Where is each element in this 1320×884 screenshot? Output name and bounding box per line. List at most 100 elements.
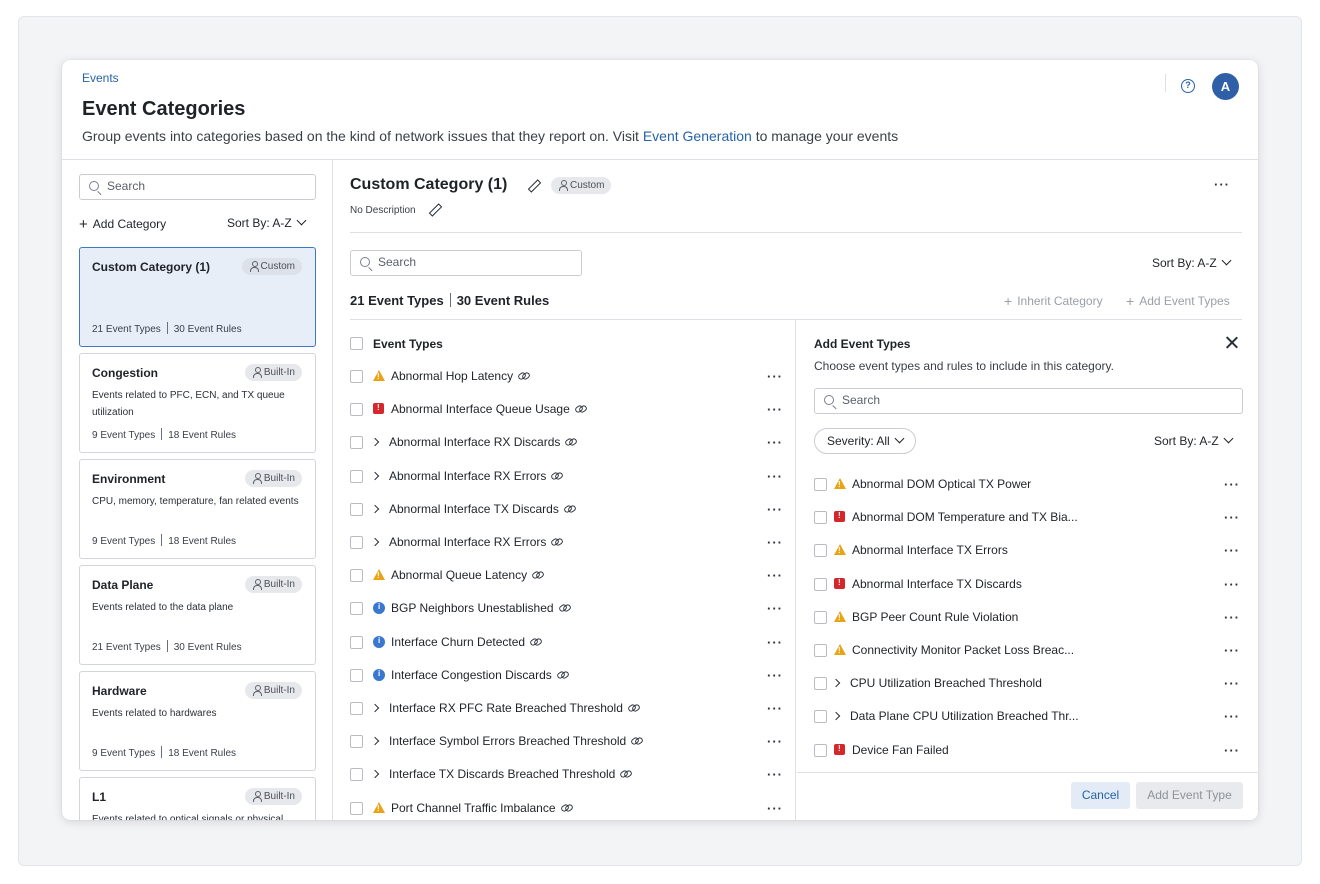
list-item[interactable]: Abnormal Interface TX Discards ··· (350, 493, 796, 526)
detail-sort-dropdown[interactable]: Sort By: A-Z (1152, 255, 1232, 270)
row-more-icon[interactable]: ··· (767, 470, 783, 483)
row-more-icon[interactable]: ··· (767, 735, 783, 748)
category-search-input[interactable] (107, 179, 295, 193)
add-panel-search[interactable] (814, 388, 1243, 414)
detail-more-icon[interactable]: ··· (1214, 178, 1230, 191)
chevron-right-icon[interactable] (370, 471, 380, 480)
list-item[interactable]: Interface TX Discards Breached Threshold… (350, 758, 796, 791)
help-icon[interactable]: ? (1181, 79, 1195, 93)
row-checkbox[interactable] (350, 370, 363, 383)
chevron-right-icon[interactable] (831, 712, 841, 721)
list-item[interactable]: Interface Congestion Discards ··· (350, 659, 796, 692)
select-all-checkbox[interactable] (350, 337, 363, 350)
add-category-button[interactable]: + Add Category (79, 216, 166, 233)
row-more-icon[interactable]: ··· (767, 702, 783, 715)
row-checkbox[interactable] (350, 602, 363, 616)
chevron-right-icon[interactable] (370, 438, 380, 447)
cancel-button[interactable]: Cancel (1071, 782, 1130, 809)
row-checkbox[interactable] (350, 635, 363, 649)
breadcrumb-events[interactable]: Events (82, 71, 119, 85)
row-checkbox[interactable] (350, 436, 363, 450)
list-item[interactable]: Abnormal Hop Latency ··· (350, 360, 796, 393)
list-item[interactable]: Abnormal Interface RX Discards ··· (350, 426, 796, 459)
event-search[interactable] (350, 250, 582, 276)
row-more-icon[interactable]: ··· (767, 370, 783, 383)
list-item[interactable]: Port Channel Traffic Imbalance ··· (350, 792, 796, 820)
list-item[interactable]: Data Plane CPU Utilization Breached Thr.… (797, 700, 1258, 733)
row-more-icon[interactable]: ··· (1224, 611, 1240, 624)
row-checkbox[interactable] (350, 536, 363, 549)
row-more-icon[interactable]: ··· (767, 436, 783, 449)
row-checkbox[interactable] (350, 569, 363, 583)
row-checkbox[interactable] (350, 502, 363, 516)
chevron-right-icon[interactable] (370, 736, 380, 746)
list-item[interactable]: Abnormal DOM Optical TX Power ··· (797, 468, 1258, 501)
row-checkbox[interactable] (814, 610, 827, 624)
edit-title-pencil-icon[interactable] (527, 180, 539, 192)
row-checkbox[interactable] (814, 511, 827, 525)
row-more-icon[interactable]: ··· (1224, 744, 1240, 757)
row-checkbox[interactable] (350, 801, 363, 815)
row-checkbox[interactable] (814, 677, 827, 691)
row-more-icon[interactable]: ··· (767, 569, 783, 582)
row-more-icon[interactable]: ··· (1224, 677, 1240, 690)
add-panel-search-input[interactable] (842, 393, 1184, 407)
category-card[interactable]: Environment Built-In CPU, memory, temperat… (79, 459, 316, 559)
add-event-type-button[interactable]: Add Event Type (1136, 782, 1243, 809)
row-more-icon[interactable]: ··· (1224, 644, 1240, 657)
list-item[interactable]: Abnormal Interface TX Errors ··· (797, 534, 1258, 567)
row-checkbox[interactable] (350, 403, 363, 417)
row-checkbox[interactable] (350, 768, 363, 782)
severity-filter[interactable]: Severity: All (814, 428, 916, 454)
row-more-icon[interactable]: ··· (767, 403, 783, 416)
row-checkbox[interactable] (814, 478, 827, 491)
list-item[interactable]: Abnormal Interface RX Errors ··· (350, 526, 796, 559)
row-checkbox[interactable] (814, 743, 827, 757)
row-checkbox[interactable] (814, 544, 827, 558)
list-item[interactable]: CPU Utilization Breached Threshold ··· (797, 667, 1258, 700)
event-generation-link[interactable]: Event Generation (643, 128, 752, 144)
chevron-right-icon[interactable] (370, 770, 380, 779)
row-more-icon[interactable]: ··· (1224, 544, 1240, 557)
sidebar-sort-dropdown[interactable]: Sort By: A-Z (227, 215, 307, 230)
user-avatar[interactable]: A (1212, 73, 1239, 100)
list-item[interactable]: Interface RX PFC Rate Breached Threshold… (350, 692, 796, 725)
row-more-icon[interactable]: ··· (1224, 511, 1240, 524)
add-event-types-button[interactable]: + Add Event Types (1126, 293, 1230, 309)
list-item[interactable]: Abnormal Queue Latency ··· (350, 559, 796, 592)
row-more-icon[interactable]: ··· (1224, 478, 1240, 491)
chevron-right-icon[interactable] (370, 537, 380, 547)
event-search-input[interactable] (378, 255, 562, 269)
list-item[interactable]: Interface Churn Detected ··· (350, 626, 796, 659)
list-item[interactable]: BGP Peer Count Rule Violation ··· (797, 601, 1258, 634)
list-item[interactable]: Connectivity Monitor Packet Loss Breac..… (797, 634, 1258, 667)
close-icon[interactable] (1225, 336, 1239, 350)
category-card[interactable]: L1 Built-In Events related to optical sign… (79, 777, 316, 820)
category-card[interactable]: Custom Category (1) Custom 21 Event Types 3… (79, 247, 316, 347)
list-item[interactable]: Device Fan Failed ··· (797, 734, 1258, 767)
list-item[interactable]: Abnormal Interface RX Errors ··· (350, 460, 796, 493)
row-checkbox[interactable] (350, 668, 363, 682)
edit-description-pencil-icon[interactable] (428, 204, 440, 216)
list-item[interactable]: Abnormal Interface TX Discards ··· (797, 568, 1258, 601)
chevron-right-icon[interactable] (370, 703, 380, 713)
category-search[interactable] (79, 174, 316, 200)
row-more-icon[interactable]: ··· (767, 669, 783, 682)
row-more-icon[interactable]: ··· (767, 602, 783, 615)
row-more-icon[interactable]: ··· (767, 536, 783, 549)
row-more-icon[interactable]: ··· (767, 636, 783, 649)
row-checkbox[interactable] (814, 644, 827, 657)
chevron-right-icon[interactable] (370, 504, 380, 514)
list-item[interactable]: Abnormal Interface Queue Usage ··· (350, 393, 796, 426)
row-more-icon[interactable]: ··· (1224, 578, 1240, 591)
row-more-icon[interactable]: ··· (767, 503, 783, 516)
row-more-icon[interactable]: ··· (1224, 710, 1240, 723)
list-item[interactable]: Abnormal DOM Temperature and TX Bia... ··… (797, 501, 1258, 534)
row-more-icon[interactable]: ··· (767, 802, 783, 815)
row-checkbox[interactable] (350, 702, 363, 715)
category-card[interactable]: Hardware Built-In Events related to hardwa… (79, 671, 316, 771)
inherit-category-button[interactable]: + Inherit Category (1004, 293, 1103, 309)
row-checkbox[interactable] (814, 577, 827, 591)
list-item[interactable]: BGP Neighbors Unestablished ··· (350, 592, 796, 625)
row-checkbox[interactable] (350, 469, 363, 483)
